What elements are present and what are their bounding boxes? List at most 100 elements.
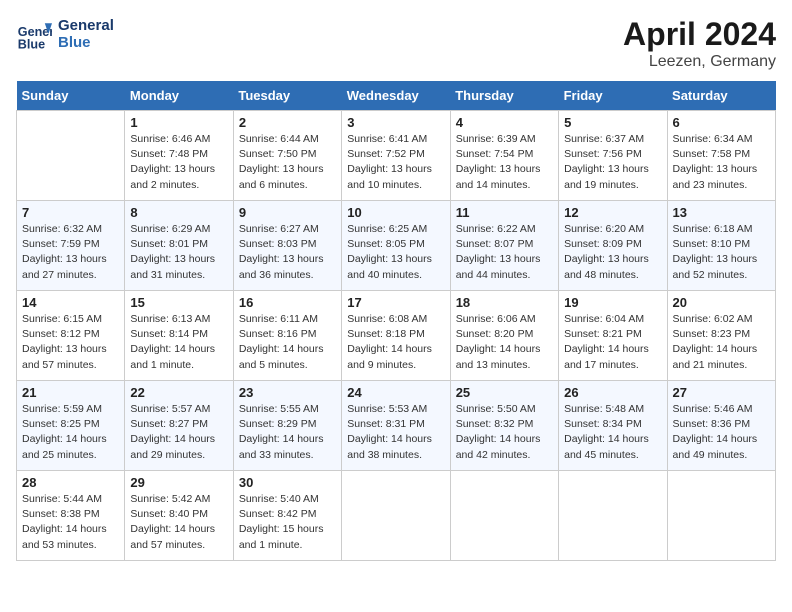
day-info: Sunrise: 6:06 AMSunset: 8:20 PMDaylight:… bbox=[456, 312, 553, 373]
calendar-cell: 4 Sunrise: 6:39 AMSunset: 7:54 PMDaylight… bbox=[450, 111, 558, 201]
day-number: 9 bbox=[239, 205, 336, 220]
calendar-cell: 30 Sunrise: 5:40 AMSunset: 8:42 PMDayligh… bbox=[233, 471, 341, 561]
calendar-cell bbox=[342, 471, 450, 561]
day-number: 22 bbox=[130, 385, 227, 400]
day-number: 17 bbox=[347, 295, 444, 310]
day-number: 8 bbox=[130, 205, 227, 220]
day-info: Sunrise: 6:32 AMSunset: 7:59 PMDaylight:… bbox=[22, 222, 119, 283]
day-number: 23 bbox=[239, 385, 336, 400]
day-number: 16 bbox=[239, 295, 336, 310]
day-number: 25 bbox=[456, 385, 553, 400]
day-info: Sunrise: 5:57 AMSunset: 8:27 PMDaylight:… bbox=[130, 402, 227, 463]
day-number: 11 bbox=[456, 205, 553, 220]
day-number: 30 bbox=[239, 475, 336, 490]
day-info: Sunrise: 6:13 AMSunset: 8:14 PMDaylight:… bbox=[130, 312, 227, 373]
day-number: 1 bbox=[130, 115, 227, 130]
weekday-header-row: SundayMondayTuesdayWednesdayThursdayFrid… bbox=[17, 81, 776, 111]
day-info: Sunrise: 6:18 AMSunset: 8:10 PMDaylight:… bbox=[673, 222, 770, 283]
day-info: Sunrise: 6:15 AMSunset: 8:12 PMDaylight:… bbox=[22, 312, 119, 373]
calendar-cell: 15 Sunrise: 6:13 AMSunset: 8:14 PMDayligh… bbox=[125, 291, 233, 381]
day-number: 10 bbox=[347, 205, 444, 220]
day-number: 27 bbox=[673, 385, 770, 400]
calendar-cell bbox=[17, 111, 125, 201]
day-info: Sunrise: 6:08 AMSunset: 8:18 PMDaylight:… bbox=[347, 312, 444, 373]
day-info: Sunrise: 6:04 AMSunset: 8:21 PMDaylight:… bbox=[564, 312, 661, 373]
week-row-3: 14 Sunrise: 6:15 AMSunset: 8:12 PMDayligh… bbox=[17, 291, 776, 381]
calendar-cell: 25Sunrise: 5:50 AMSunset: 8:32 PMDayligh… bbox=[450, 381, 558, 471]
day-number: 24 bbox=[347, 385, 444, 400]
calendar-cell: 8 Sunrise: 6:29 AMSunset: 8:01 PMDaylight… bbox=[125, 201, 233, 291]
calendar-cell: 1 Sunrise: 6:46 AMSunset: 7:48 PMDaylight… bbox=[125, 111, 233, 201]
day-info: Sunrise: 5:46 AMSunset: 8:36 PMDaylight:… bbox=[673, 402, 770, 463]
weekday-header-wednesday: Wednesday bbox=[342, 81, 450, 111]
week-row-4: 21 Sunrise: 5:59 AMSunset: 8:25 PMDayligh… bbox=[17, 381, 776, 471]
day-info: Sunrise: 6:46 AMSunset: 7:48 PMDaylight:… bbox=[130, 132, 227, 193]
calendar-cell: 10 Sunrise: 6:25 AMSunset: 8:05 PMDayligh… bbox=[342, 201, 450, 291]
calendar-table: SundayMondayTuesdayWednesdayThursdayFrid… bbox=[16, 81, 776, 561]
calendar-cell: 11 Sunrise: 6:22 AMSunset: 8:07 PMDayligh… bbox=[450, 201, 558, 291]
calendar-cell: 13 Sunrise: 6:18 AMSunset: 8:10 PMDayligh… bbox=[667, 201, 775, 291]
calendar-cell: 23Sunrise: 5:55 AMSunset: 8:29 PMDayligh… bbox=[233, 381, 341, 471]
day-number: 14 bbox=[22, 295, 119, 310]
logo-subtext: Blue bbox=[58, 34, 114, 51]
logo: General Blue General Blue bbox=[16, 16, 114, 52]
day-number: 18 bbox=[456, 295, 553, 310]
day-info: Sunrise: 6:27 AMSunset: 8:03 PMDaylight:… bbox=[239, 222, 336, 283]
day-info: Sunrise: 5:59 AMSunset: 8:25 PMDaylight:… bbox=[22, 402, 119, 463]
calendar-cell: 24Sunrise: 5:53 AMSunset: 8:31 PMDayligh… bbox=[342, 381, 450, 471]
svg-text:Blue: Blue bbox=[18, 37, 45, 51]
day-info: Sunrise: 5:42 AMSunset: 8:40 PMDaylight:… bbox=[130, 492, 227, 553]
day-info: Sunrise: 6:22 AMSunset: 8:07 PMDaylight:… bbox=[456, 222, 553, 283]
day-number: 21 bbox=[22, 385, 119, 400]
calendar-cell: 27 Sunrise: 5:46 AMSunset: 8:36 PMDayligh… bbox=[667, 381, 775, 471]
day-info: Sunrise: 5:44 AMSunset: 8:38 PMDaylight:… bbox=[22, 492, 119, 553]
calendar-cell: 20Sunrise: 6:02 AMSunset: 8:23 PMDayligh… bbox=[667, 291, 775, 381]
day-number: 7 bbox=[22, 205, 119, 220]
day-info: Sunrise: 6:41 AMSunset: 7:52 PMDaylight:… bbox=[347, 132, 444, 193]
calendar-cell: 7 Sunrise: 6:32 AMSunset: 7:59 PMDaylight… bbox=[17, 201, 125, 291]
location-title: Leezen, Germany bbox=[623, 53, 776, 71]
day-number: 20 bbox=[673, 295, 770, 310]
day-number: 15 bbox=[130, 295, 227, 310]
day-info: Sunrise: 6:44 AMSunset: 7:50 PMDaylight:… bbox=[239, 132, 336, 193]
day-info: Sunrise: 6:29 AMSunset: 8:01 PMDaylight:… bbox=[130, 222, 227, 283]
day-number: 5 bbox=[564, 115, 661, 130]
day-info: Sunrise: 6:25 AMSunset: 8:05 PMDaylight:… bbox=[347, 222, 444, 283]
calendar-cell bbox=[667, 471, 775, 561]
calendar-cell: 28Sunrise: 5:44 AMSunset: 8:38 PMDayligh… bbox=[17, 471, 125, 561]
day-number: 19 bbox=[564, 295, 661, 310]
calendar-cell: 21 Sunrise: 5:59 AMSunset: 8:25 PMDayligh… bbox=[17, 381, 125, 471]
day-info: Sunrise: 6:11 AMSunset: 8:16 PMDaylight:… bbox=[239, 312, 336, 373]
weekday-header-sunday: Sunday bbox=[17, 81, 125, 111]
header: General Blue General Blue April 2024 Lee… bbox=[16, 16, 776, 71]
calendar-cell: 17 Sunrise: 6:08 AMSunset: 8:18 PMDayligh… bbox=[342, 291, 450, 381]
day-number: 12 bbox=[564, 205, 661, 220]
calendar-cell bbox=[450, 471, 558, 561]
calendar-cell: 19 Sunrise: 6:04 AMSunset: 8:21 PMDayligh… bbox=[559, 291, 667, 381]
day-info: Sunrise: 5:40 AMSunset: 8:42 PMDaylight:… bbox=[239, 492, 336, 553]
day-number: 4 bbox=[456, 115, 553, 130]
calendar-cell: 12Sunrise: 6:20 AMSunset: 8:09 PMDayligh… bbox=[559, 201, 667, 291]
calendar-cell: 14 Sunrise: 6:15 AMSunset: 8:12 PMDayligh… bbox=[17, 291, 125, 381]
week-row-1: 1 Sunrise: 6:46 AMSunset: 7:48 PMDaylight… bbox=[17, 111, 776, 201]
month-title: April 2024 bbox=[623, 16, 776, 53]
calendar-cell: 22 Sunrise: 5:57 AMSunset: 8:27 PMDayligh… bbox=[125, 381, 233, 471]
calendar-cell bbox=[559, 471, 667, 561]
logo-icon: General Blue bbox=[16, 16, 52, 52]
day-number: 13 bbox=[673, 205, 770, 220]
week-row-5: 28Sunrise: 5:44 AMSunset: 8:38 PMDayligh… bbox=[17, 471, 776, 561]
calendar-cell: 3Sunrise: 6:41 AMSunset: 7:52 PMDaylight… bbox=[342, 111, 450, 201]
calendar-cell: 16 Sunrise: 6:11 AMSunset: 8:16 PMDayligh… bbox=[233, 291, 341, 381]
weekday-header-friday: Friday bbox=[559, 81, 667, 111]
calendar-cell: 18 Sunrise: 6:06 AMSunset: 8:20 PMDayligh… bbox=[450, 291, 558, 381]
day-number: 2 bbox=[239, 115, 336, 130]
calendar-cell: 5 Sunrise: 6:37 AMSunset: 7:56 PMDaylight… bbox=[559, 111, 667, 201]
weekday-header-monday: Monday bbox=[125, 81, 233, 111]
day-number: 6 bbox=[673, 115, 770, 130]
day-info: Sunrise: 5:48 AMSunset: 8:34 PMDaylight:… bbox=[564, 402, 661, 463]
day-number: 29 bbox=[130, 475, 227, 490]
week-row-2: 7 Sunrise: 6:32 AMSunset: 7:59 PMDaylight… bbox=[17, 201, 776, 291]
day-info: Sunrise: 6:39 AMSunset: 7:54 PMDaylight:… bbox=[456, 132, 553, 193]
day-number: 26 bbox=[564, 385, 661, 400]
day-info: Sunrise: 6:37 AMSunset: 7:56 PMDaylight:… bbox=[564, 132, 661, 193]
